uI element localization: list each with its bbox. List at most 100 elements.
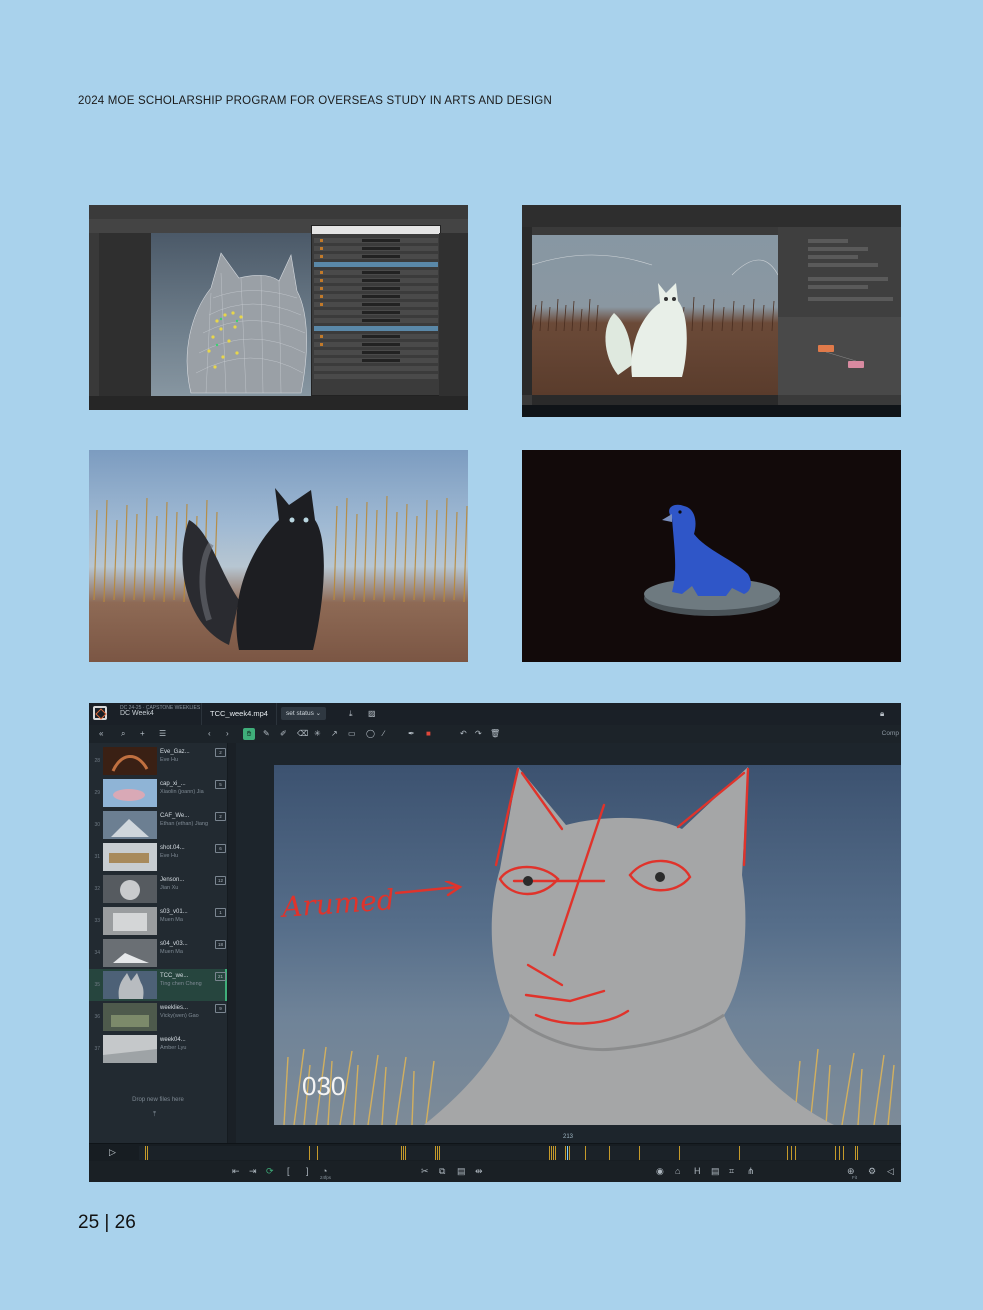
video-viewer[interactable]: Arumed 030 bbox=[274, 765, 901, 1125]
image-icon[interactable]: ▨ bbox=[368, 709, 376, 719]
timeline-comment-marker[interactable] bbox=[147, 1146, 148, 1160]
timeline-comment-marker[interactable] bbox=[555, 1146, 556, 1160]
timeline-comment-marker[interactable] bbox=[835, 1146, 836, 1160]
undo-icon[interactable]: ↶ bbox=[460, 728, 467, 740]
line-tool-icon[interactable]: ∕ bbox=[383, 728, 384, 740]
timeline-comment-marker[interactable] bbox=[739, 1146, 740, 1160]
file-row[interactable]: 36 weeklies... Vicky(wen) Gao 9 bbox=[89, 1001, 227, 1033]
search-icon[interactable]: ⌕ bbox=[121, 728, 125, 740]
crop-icon[interactable]: ⌗ bbox=[729, 1165, 734, 1177]
ellipse-tool-icon[interactable]: ◯ bbox=[366, 728, 375, 740]
file-row[interactable]: 32 Jenson... Jian Xu 12 bbox=[89, 873, 227, 905]
file-row[interactable]: 30 CAF_We... Ethan (ethan) Jiang 2 bbox=[89, 809, 227, 841]
play-icon[interactable]: ▷ bbox=[109, 1147, 116, 1158]
file-owner: Xiaolin (joann) Jia bbox=[160, 789, 204, 795]
houdini-status-line bbox=[532, 395, 778, 405]
timeline-comment-marker[interactable] bbox=[401, 1146, 402, 1160]
timeline-comment-marker[interactable] bbox=[317, 1146, 318, 1160]
laser-tool-icon[interactable]: ✳ bbox=[314, 728, 321, 740]
timeline-comment-marker[interactable] bbox=[585, 1146, 586, 1160]
collapse-sidebar-icon[interactable]: « bbox=[99, 728, 103, 740]
timeline-comment-marker[interactable] bbox=[549, 1146, 550, 1160]
file-row[interactable]: 33 s03_v01... Muen Ma 1 bbox=[89, 905, 227, 937]
timeline-comment-marker[interactable] bbox=[791, 1146, 792, 1160]
timeline-comment-marker[interactable] bbox=[145, 1146, 146, 1160]
timeline-comment-marker[interactable] bbox=[839, 1146, 840, 1160]
frame-number-overlay: 030 bbox=[302, 1071, 346, 1101]
file-row-number: 32 bbox=[94, 886, 100, 892]
in-point-icon[interactable]: [ bbox=[287, 1165, 290, 1177]
timeline-comment-marker[interactable] bbox=[569, 1146, 570, 1160]
app-logo[interactable] bbox=[93, 706, 107, 720]
file-row-selected[interactable]: 35 TCC_we... Ting chen Cheng 21 bbox=[89, 969, 227, 1001]
upload-icon[interactable]: ⤒ bbox=[153, 1111, 156, 1119]
out-point-icon[interactable]: ] bbox=[306, 1165, 309, 1177]
file-row[interactable]: 31 shot.04... Eve Hu 6 bbox=[89, 841, 227, 873]
h-flip-icon[interactable]: H bbox=[694, 1165, 701, 1177]
timeline-comment-marker[interactable] bbox=[435, 1146, 436, 1160]
step-frame-icon[interactable]: ⇥ bbox=[249, 1165, 257, 1177]
file-row[interactable]: 29 cap_xi_... Xiaolin (joann) Jia 5 bbox=[89, 777, 227, 809]
go-to-start-icon[interactable]: ⇤ bbox=[232, 1165, 240, 1177]
layers-icon[interactable]: ▤ bbox=[711, 1165, 720, 1177]
pen-tool-icon[interactable]: ✎ bbox=[263, 728, 270, 740]
file-row-number: 34 bbox=[94, 950, 100, 956]
eraser-tool-icon[interactable]: ⌫ bbox=[297, 728, 308, 740]
file-row-number: 33 bbox=[94, 918, 100, 924]
timeline-comment-marker[interactable] bbox=[551, 1146, 552, 1160]
delete-icon[interactable]: 🗑︎ bbox=[490, 728, 500, 740]
add-icon[interactable]: + bbox=[140, 728, 145, 740]
houdini-left-toolbar bbox=[522, 227, 532, 395]
file-row-number: 31 bbox=[94, 854, 100, 860]
file-row[interactable]: 28 Eve_Gaz... Eve Hu 2 bbox=[89, 745, 227, 777]
file-row[interactable]: 37 week04... Amber Lyu bbox=[89, 1033, 227, 1065]
timeline-comment-marker[interactable] bbox=[609, 1146, 610, 1160]
hand-tool-icon[interactable]: ✋︎ bbox=[243, 728, 255, 740]
split-icon[interactable]: ⇹ bbox=[475, 1165, 483, 1177]
next-file-icon[interactable]: › bbox=[226, 728, 229, 740]
arrow-tool-icon[interactable]: ↗ bbox=[331, 728, 338, 740]
project-breadcrumb[interactable]: DC 24-25 · CAPSTONE WEEKLIES DC Week4 bbox=[120, 705, 200, 717]
guides-icon[interactable]: ⋔ bbox=[747, 1165, 755, 1177]
list-view-icon[interactable]: ☰ bbox=[159, 728, 166, 740]
timeline-comment-marker[interactable] bbox=[405, 1146, 406, 1160]
timeline-track[interactable] bbox=[139, 1146, 901, 1160]
redo-icon[interactable]: ↷ bbox=[475, 728, 482, 740]
timeline-comment-marker[interactable] bbox=[565, 1146, 566, 1160]
compare-button[interactable]: Comp bbox=[882, 728, 899, 740]
timeline-comment-marker[interactable] bbox=[857, 1146, 858, 1160]
timeline-comment-marker[interactable] bbox=[855, 1146, 856, 1160]
loop-icon[interactable]: ⟳ bbox=[266, 1165, 274, 1177]
stroke-color-swatch[interactable]: ■ bbox=[426, 728, 431, 740]
lock-frame-icon[interactable]: ⌂ bbox=[675, 1165, 680, 1177]
color-picker-icon[interactable]: ✒ bbox=[408, 728, 415, 740]
brush-tool-icon[interactable]: ✐ bbox=[280, 728, 287, 740]
drop-files-hint[interactable]: Drop new files here bbox=[89, 1097, 227, 1103]
timeline-comment-marker[interactable] bbox=[439, 1146, 440, 1160]
timeline-comment-marker[interactable] bbox=[639, 1146, 640, 1160]
timeline-comment-marker[interactable] bbox=[843, 1146, 844, 1160]
copy-icon[interactable]: ⧉ bbox=[439, 1165, 445, 1177]
settings-gear-icon[interactable]: ⚙ bbox=[868, 1165, 876, 1177]
rectangle-tool-icon[interactable]: ▭ bbox=[348, 728, 356, 740]
cut-icon[interactable]: ✂ bbox=[421, 1165, 429, 1177]
paste-icon[interactable]: ▤ bbox=[457, 1165, 466, 1177]
sidebar-splitter[interactable] bbox=[228, 743, 236, 1143]
volume-icon[interactable]: ◁ bbox=[887, 1165, 894, 1177]
file-name: s03_v01... bbox=[160, 909, 188, 915]
timeline-comment-marker[interactable] bbox=[309, 1146, 310, 1160]
lock-icon[interactable]: 🔒︎ bbox=[880, 709, 884, 719]
playhead[interactable] bbox=[567, 1146, 568, 1160]
timeline-comment-marker[interactable] bbox=[787, 1146, 788, 1160]
eye-icon[interactable]: ◉ bbox=[656, 1165, 664, 1177]
timeline-comment-marker[interactable] bbox=[403, 1146, 404, 1160]
file-tab[interactable]: TCC_week4.mp4 bbox=[201, 703, 277, 725]
timeline-comment-marker[interactable] bbox=[437, 1146, 438, 1160]
download-icon[interactable]: ⤓ bbox=[349, 709, 353, 719]
file-row[interactable]: 34 s04_v03... Muen Ma 18 bbox=[89, 937, 227, 969]
status-dropdown[interactable]: set status ⌄ bbox=[281, 707, 327, 720]
timeline-comment-marker[interactable] bbox=[679, 1146, 680, 1160]
previous-file-icon[interactable]: ‹ bbox=[208, 728, 211, 740]
timeline-comment-marker[interactable] bbox=[553, 1146, 554, 1160]
timeline-comment-marker[interactable] bbox=[795, 1146, 796, 1160]
